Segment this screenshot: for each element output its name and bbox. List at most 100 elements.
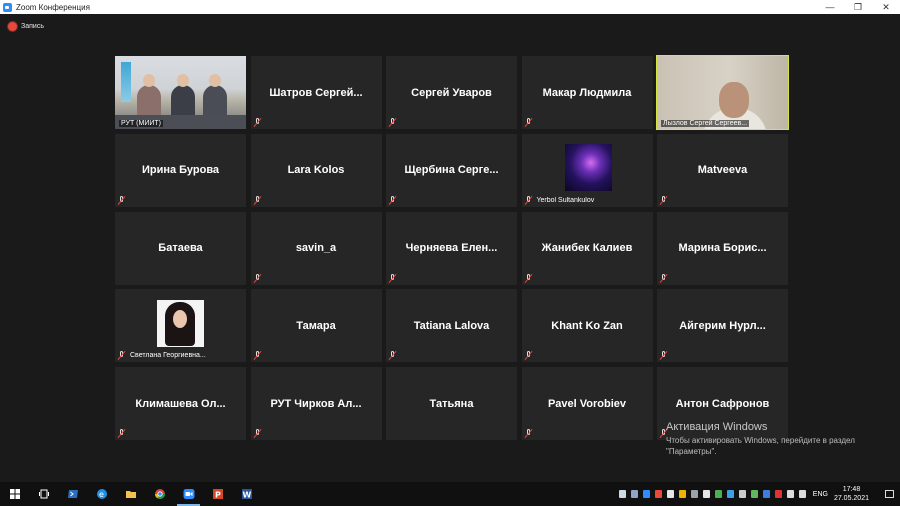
participant-tile[interactable]: Ирина Бурова	[115, 133, 246, 207]
participant-tile[interactable]: РУТ Чирков Ал...	[250, 367, 382, 440]
participant-name: РУТ Чирков Ал...	[270, 397, 362, 410]
svg-text:P: P	[215, 491, 221, 500]
participant-name-label: РУТ (МИИТ)	[119, 120, 164, 127]
microphone-icon[interactable]	[619, 490, 627, 498]
participant-tile[interactable]: РУТ (МИИТ)	[115, 56, 246, 129]
participant-tile[interactable]: Айгерим Нурл...	[657, 289, 788, 363]
participant-label	[524, 429, 533, 438]
participant-label	[117, 195, 126, 205]
participant-tile[interactable]: Климашева Ол...	[115, 367, 246, 440]
recording-bar: Запись	[0, 14, 900, 38]
participant-label	[388, 118, 397, 127]
participant-tile[interactable]: Жанибек Калиев	[521, 211, 653, 285]
participant-tile[interactable]: Батаева	[115, 211, 246, 285]
participant-tile[interactable]: Сергей Уваров	[386, 56, 517, 129]
mic-muted-icon	[524, 195, 533, 205]
participant-tile[interactable]: Черняева Елен...	[386, 211, 517, 285]
participant-tile[interactable]: Khant Ko Zan	[521, 289, 653, 363]
wifi-icon[interactable]	[787, 490, 795, 498]
participant-name: savin_a	[295, 242, 337, 254]
person-shape	[137, 85, 161, 119]
participant-tile[interactable]: Pavel Vorobiev	[521, 367, 653, 440]
tray-app-icon[interactable]	[631, 490, 639, 498]
taskbar-app-powerpoint[interactable]: P	[203, 482, 232, 506]
mic-muted-icon	[388, 351, 397, 360]
mic-muted-icon	[253, 429, 262, 438]
mic-muted-icon	[659, 195, 668, 205]
close-button[interactable]: ✕	[872, 0, 900, 14]
participant-tile-active-speaker[interactable]: Лызлов Сергей Сергеев...	[656, 55, 789, 130]
clock-time: 17:48	[842, 486, 861, 493]
participant-name: Khant Ko Zan	[551, 319, 623, 332]
task-view-button[interactable]	[29, 482, 58, 506]
zoom-tray-icon[interactable]	[643, 490, 651, 498]
flag-shape	[121, 62, 131, 102]
participant-name: Matveeva	[697, 164, 748, 177]
person-shape	[203, 85, 227, 119]
tray-app-icon[interactable]	[715, 490, 723, 498]
participant-label	[253, 195, 262, 205]
recording-icon[interactable]	[8, 21, 17, 31]
zoom-icon	[183, 489, 194, 499]
taskbar-app-chrome[interactable]	[145, 482, 174, 506]
participant-tile[interactable]: Татьяна	[386, 367, 517, 440]
participant-tile[interactable]: Lara Kolos	[250, 133, 382, 207]
tray-app-icon[interactable]	[739, 490, 747, 498]
antivirus-icon[interactable]	[775, 490, 783, 498]
mic-muted-icon	[117, 195, 126, 205]
participant-name: Щербина Серге...	[404, 164, 499, 177]
taskbar-app-powershell[interactable]	[58, 482, 87, 506]
minimize-button[interactable]: —	[816, 0, 844, 14]
profile-picture	[564, 143, 612, 191]
tray-app-icon[interactable]	[763, 490, 771, 498]
participant-name: Ирина Бурова	[141, 164, 220, 177]
participant-tile[interactable]: Макар Людмила	[521, 56, 653, 129]
participant-tile[interactable]: Марина Борис...	[657, 211, 788, 285]
taskbar-app-explorer[interactable]	[116, 482, 145, 506]
bluetooth-icon[interactable]	[727, 490, 735, 498]
maximize-button[interactable]: ❐	[844, 0, 872, 14]
volume-icon[interactable]	[799, 490, 807, 498]
participant-tile[interactable]: Matveeva	[657, 133, 788, 207]
warning-icon[interactable]	[655, 490, 663, 498]
participant-label	[388, 351, 397, 360]
mic-muted-icon	[388, 195, 397, 205]
mic-muted-icon	[524, 351, 533, 360]
head-shape	[143, 74, 155, 87]
participant-label	[388, 273, 397, 283]
taskbar-app-word[interactable]: W	[232, 482, 261, 506]
tray-app-icon[interactable]	[667, 490, 675, 498]
battery-icon[interactable]	[751, 490, 759, 498]
mic-muted-icon	[524, 118, 533, 127]
participant-tile[interactable]: Шатров Сергей...	[250, 56, 382, 129]
participant-name: Макар Людмила	[542, 86, 632, 99]
tray-app-icon[interactable]	[679, 490, 687, 498]
mic-muted-icon	[253, 195, 262, 205]
participant-tile[interactable]: Тамара	[250, 289, 382, 363]
participant-tile[interactable]: Щербина Серге...	[386, 133, 517, 207]
mic-muted-icon	[524, 429, 533, 438]
taskbar-app-zoom[interactable]	[174, 482, 203, 506]
tray-app-icon[interactable]	[691, 490, 699, 498]
folder-icon	[125, 491, 136, 498]
participant-tile[interactable]: Yerbol Sultankulov	[521, 133, 653, 207]
mic-muted-icon	[388, 118, 397, 127]
windows-taskbar: e P W ENG 17:48 27.05.2021	[0, 482, 900, 506]
participant-tile[interactable]: savin_a	[250, 211, 382, 285]
taskbar-app-edge[interactable]: e	[87, 482, 116, 506]
participant-label	[659, 273, 668, 283]
participant-tile[interactable]: Tatiana Lalova	[386, 289, 517, 363]
participant-label	[253, 273, 262, 283]
notifications-icon[interactable]	[885, 490, 894, 498]
participant-gallery: РУТ (МИИТ) Шатров Сергей... Сергей Уваро…	[115, 55, 789, 440]
activation-line1: Чтобы активировать Windows, перейдите в …	[666, 436, 855, 445]
start-button[interactable]	[0, 482, 29, 506]
participant-label	[253, 351, 262, 360]
participant-name: Антон Сафронов	[675, 397, 770, 410]
activation-line2: "Параметры".	[666, 447, 717, 456]
language-indicator[interactable]: ENG	[813, 491, 828, 498]
mic-muted-icon	[117, 429, 126, 438]
participant-tile[interactable]: Светлана Георгиевна...	[115, 289, 246, 363]
tray-app-icon[interactable]	[703, 490, 711, 498]
taskbar-clock[interactable]: 17:48 27.05.2021	[834, 485, 869, 503]
